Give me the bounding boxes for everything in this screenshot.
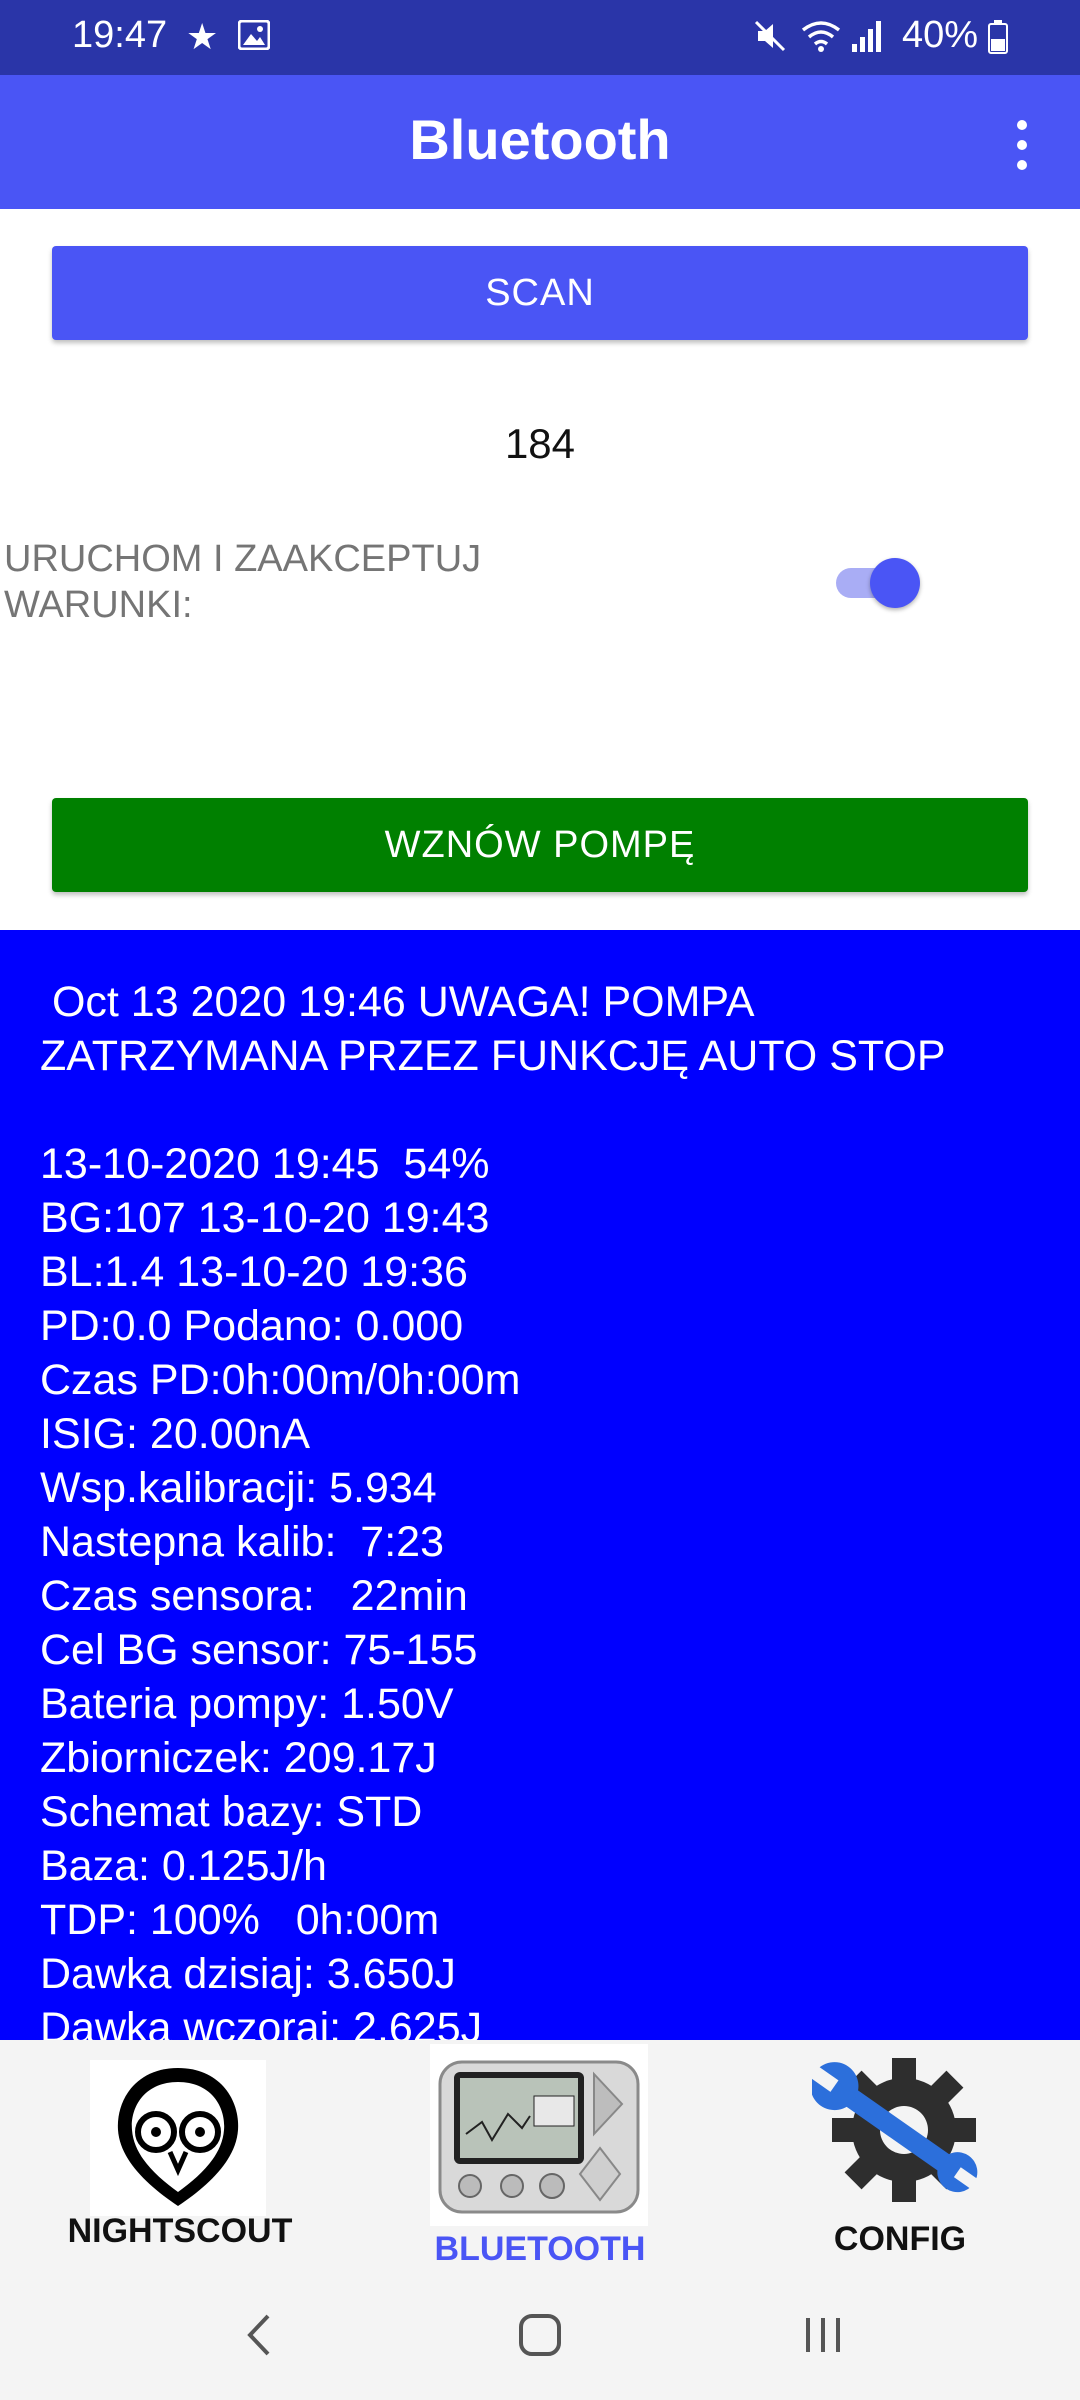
battery-icon	[988, 20, 1008, 54]
terms-label-text: URUCHOM I ZAAKCEPTUJ WARUNKI:	[4, 538, 482, 626]
status-bar: 19:47 ★ 40%	[0, 0, 1080, 75]
log-line: Wsp.kalibracji: 5.934	[40, 1464, 437, 1512]
resume-pump-button[interactable]: WZNÓW POMPĘ	[52, 798, 1028, 892]
log-line: Czas PD:0h:00m/0h:00m	[40, 1356, 521, 1404]
log-line: TDP: 100% 0h:00m	[40, 1896, 440, 1944]
toggle-thumb	[870, 558, 920, 608]
log-text: Oct 13 2020 19:46 UWAGA! POMPA ZATRZYMANA…	[40, 975, 1060, 2040]
back-icon[interactable]	[224, 2300, 294, 2370]
log-line: Nastepna kalib: 7:23	[40, 1518, 444, 1566]
count-value: 184	[504, 420, 576, 467]
page-title: Bluetooth	[409, 108, 671, 171]
log-line: Oct 13 2020 19:46 UWAGA! POMPA	[40, 978, 755, 1026]
log-line: Bateria pompy: 1.50V	[40, 1680, 454, 1728]
nav-item-bluetooth[interactable]: BLUETOOTH	[420, 2040, 660, 2270]
log-line: ISIG: 20.00nA	[40, 1410, 311, 1458]
home-icon[interactable]	[505, 2300, 575, 2370]
log-line: Schemat bazy: STD	[40, 1788, 423, 1836]
scan-button[interactable]: SCAN	[52, 246, 1028, 340]
log-line: BG:107 13-10-20 19:43	[40, 1194, 490, 1242]
gallery-icon	[238, 20, 270, 50]
accept-terms-toggle[interactable]	[830, 556, 920, 608]
signal-icon	[852, 21, 881, 52]
log-line: Dawka dzisiaj: 3.650J	[40, 1950, 456, 1998]
gear-wrench-icon	[809, 2050, 988, 2214]
nightscout-owl-icon	[90, 2060, 266, 2216]
nav-item-config[interactable]: CONFIG	[780, 2040, 1020, 2270]
log-line: 13-10-2020 19:45 54%	[40, 1140, 490, 1188]
nav-label-config: CONFIG	[833, 2220, 967, 2258]
battery-percent: 40%	[902, 14, 979, 56]
recent-apps-icon[interactable]	[788, 2300, 858, 2370]
log-line: BL:1.4 13-10-20 19:36	[40, 1248, 468, 1296]
log-line: Czas sensora: 22min	[40, 1572, 468, 1620]
terms-label: URUCHOM I ZAAKCEPTUJ WARUNKI:	[4, 536, 524, 628]
log-line: Zbiorniczek: 209.17J	[40, 1734, 437, 1782]
insulin-pump-icon	[430, 2044, 648, 2226]
nav-item-nightscout[interactable]: NIGHTSCOUT	[60, 2040, 300, 2270]
nav-label-nightscout: NIGHTSCOUT	[67, 2212, 293, 2250]
star-icon: ★	[186, 16, 219, 57]
log-line: ZATRZYMANA PRZEZ FUNKCJĘ AUTO STOP	[40, 1032, 946, 1080]
nav-label-bluetooth: BLUETOOTH	[434, 2230, 646, 2268]
log-line: Baza: 0.125J/h	[40, 1842, 327, 1890]
log-line: Dawka wczoraj: 2.625J	[40, 2004, 483, 2040]
mute-icon	[754, 20, 786, 52]
app-bar: Bluetooth	[0, 75, 1080, 209]
status-time: 19:47	[72, 14, 168, 56]
wifi-icon	[801, 21, 841, 52]
overflow-menu-icon[interactable]	[1010, 115, 1034, 175]
log-line: Cel BG sensor: 75-155	[40, 1626, 478, 1674]
bottom-nav: NIGHTSCOUT BLUETOOTH CONFIG	[0, 2040, 1080, 2270]
system-nav-bar	[0, 2270, 1080, 2400]
log-panel[interactable]: Oct 13 2020 19:46 UWAGA! POMPA ZATRZYMANA…	[0, 930, 1080, 2040]
log-line: PD:0.0 Podano: 0.000	[40, 1302, 464, 1350]
